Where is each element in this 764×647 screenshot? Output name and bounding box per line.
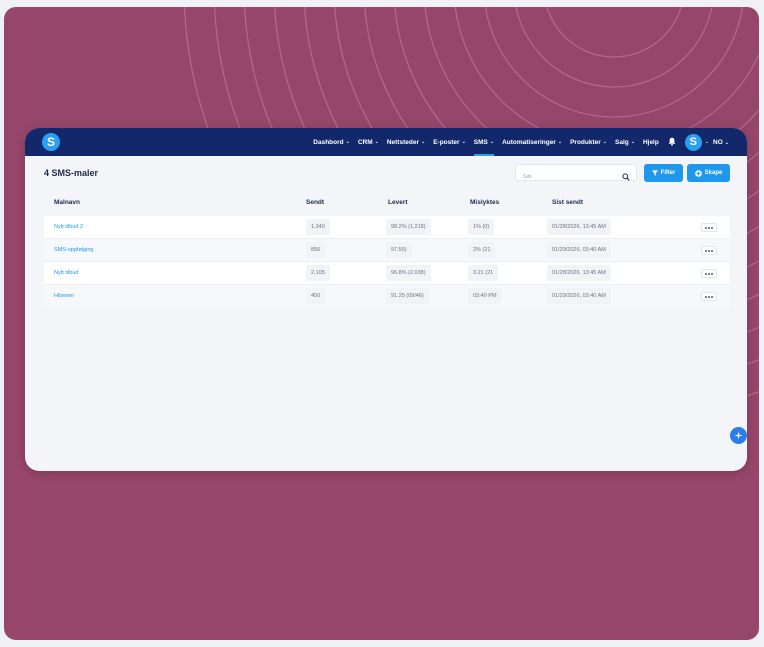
- failed-value: 3.21 (21: [468, 265, 499, 281]
- nav-item-label: SMS: [473, 138, 488, 146]
- chevron-down-icon: ⌄: [374, 139, 379, 145]
- column-header-sent[interactable]: Sendt: [306, 199, 324, 206]
- search-icon[interactable]: [622, 168, 630, 186]
- table-row[interactable]: SMS-oppfølging 856 97.55) 2% (21 01/29/2…: [44, 239, 730, 262]
- sent-count: 1,240: [306, 219, 330, 235]
- last-sent-value: 01/28/2026, 13:45 AM: [547, 219, 611, 235]
- table-row[interactable]: Nytt tilbud 2 1,240 98.2% (1,218) 1% (0)…: [44, 216, 730, 239]
- nav-item-crm[interactable]: CRM ⌄: [354, 128, 383, 156]
- more-options-button[interactable]: [701, 292, 717, 301]
- ellipsis-icon: [705, 226, 713, 229]
- template-name-link[interactable]: Nytt tilbud: [54, 270, 78, 276]
- chevron-down-icon: ⌄: [557, 139, 563, 145]
- delivered-value: 96.8% (2.038): [386, 265, 431, 281]
- chevron-down-icon[interactable]: ⌄: [702, 139, 713, 145]
- chevron-down-icon: ⌄: [489, 139, 495, 145]
- nav-item-e-poster[interactable]: E-poster ⌄: [429, 128, 470, 156]
- template-name-link[interactable]: Hilsener: [54, 293, 74, 299]
- assistant-sparkle-button[interactable]: [730, 427, 747, 444]
- create-label: Skape: [704, 170, 723, 176]
- search-field: [515, 164, 637, 186]
- search-input[interactable]: [516, 168, 625, 186]
- table-header: Malnavn Sendt Levert Mislyktes Sist send…: [44, 191, 730, 216]
- nav-menu: Dashbord ⌄ CRM ⌄ Nettsteder ⌄ E-poster ⌄ SMS…: [309, 128, 747, 156]
- nav-item-automatiseringer[interactable]: Automatiseringer ⌄: [498, 128, 566, 156]
- nav-item-nettsteder[interactable]: Nettsteder ⌄: [383, 128, 429, 156]
- last-sent-value: 01/28/2026, 13:45 AM: [547, 265, 611, 281]
- top-navbar: S Dashbord ⌄ CRM ⌄ Nettsteder ⌄ E-poster ⌄ S…: [25, 128, 747, 156]
- bell-icon[interactable]: [663, 137, 681, 148]
- nav-item-label: CRM: [357, 138, 373, 146]
- nav-item-salg[interactable]: Salg ⌄: [611, 128, 639, 156]
- logo[interactable]: S: [42, 133, 60, 151]
- delivered-value: 98.2% (1,218): [386, 219, 431, 235]
- nav-item-label: Dashbord: [313, 138, 344, 146]
- plus-circle-icon: [694, 169, 702, 177]
- language-selector[interactable]: NO ⌄: [713, 139, 747, 146]
- last-sent-value: 01/29/2026, 03:40 AM: [547, 242, 611, 258]
- more-options-button[interactable]: [701, 246, 717, 255]
- ellipsis-icon: [705, 272, 713, 275]
- nav-item-label: Produkter: [570, 138, 601, 146]
- chevron-down-icon: ⌄: [724, 139, 729, 146]
- chevron-down-icon: ⌄: [345, 139, 350, 145]
- language-label: NO: [713, 138, 723, 146]
- chevron-down-icon: ⌄: [630, 139, 635, 145]
- ellipsis-icon: [705, 295, 713, 298]
- filter-label: Filter: [660, 170, 676, 176]
- chevron-down-icon: ⌄: [420, 139, 426, 145]
- nav-item-label: Nettsteder: [386, 138, 419, 146]
- failed-value: 03:40 PM: [468, 288, 502, 304]
- failed-value: 1% (0): [468, 219, 495, 235]
- sent-count: 450: [306, 288, 326, 304]
- nav-item-produkter[interactable]: Produkter ⌄: [566, 128, 611, 156]
- column-header-delivered[interactable]: Levert: [388, 199, 408, 206]
- column-header-last-sent[interactable]: Sist sendt: [552, 199, 583, 206]
- nav-item-dashbord[interactable]: Dashbord ⌄: [309, 128, 354, 156]
- avatar[interactable]: S: [684, 133, 702, 151]
- nav-item-sms[interactable]: SMS ⌄: [470, 128, 498, 156]
- column-header-failed[interactable]: Mislyktes: [470, 199, 499, 206]
- nav-item-label: E-poster: [433, 138, 460, 146]
- filter-icon: [651, 170, 658, 176]
- template-name-link[interactable]: SMS-oppfølging: [54, 247, 93, 253]
- sparkle-icon: [734, 431, 743, 440]
- chevron-down-icon: ⌄: [461, 139, 466, 145]
- nav-item-label: Automatiseringer: [502, 138, 556, 146]
- nav-item-hjelp[interactable]: Hjelp: [639, 128, 663, 156]
- delivered-value: 97.55): [386, 242, 412, 258]
- chevron-down-icon: ⌄: [602, 139, 607, 145]
- more-options-button[interactable]: [701, 223, 717, 232]
- nav-item-label: Salg: [615, 138, 629, 146]
- table-row[interactable]: Hilsener 450 91.25 (09/46) 03:40 PM 01/2…: [44, 285, 730, 308]
- sent-count: 856: [306, 242, 326, 258]
- failed-value: 2% (21: [468, 242, 496, 258]
- create-button[interactable]: Skape: [687, 164, 730, 182]
- ellipsis-icon: [705, 249, 713, 252]
- nav-item-label: Hjelp: [642, 138, 659, 146]
- column-header-name[interactable]: Malnavn: [54, 199, 80, 206]
- templates-table: Malnavn Sendt Levert Mislyktes Sist send…: [44, 191, 730, 308]
- sent-count: 2,105: [306, 265, 330, 281]
- filter-button[interactable]: Filter: [644, 164, 683, 182]
- template-name-link[interactable]: Nytt tilbud 2: [54, 224, 83, 230]
- table-row[interactable]: Nytt tilbud 2,105 96.8% (2.038) 3.21 (21…: [44, 262, 730, 285]
- more-options-button[interactable]: [701, 269, 717, 278]
- page-title: 4 SMS-maler: [44, 168, 99, 178]
- delivered-value: 91.25 (09/46): [386, 288, 429, 304]
- last-sent-value: 01/29/2026, 03:40 AM: [547, 288, 611, 304]
- app-window: S Dashbord ⌄ CRM ⌄ Nettsteder ⌄ E-poster ⌄ S…: [25, 128, 747, 471]
